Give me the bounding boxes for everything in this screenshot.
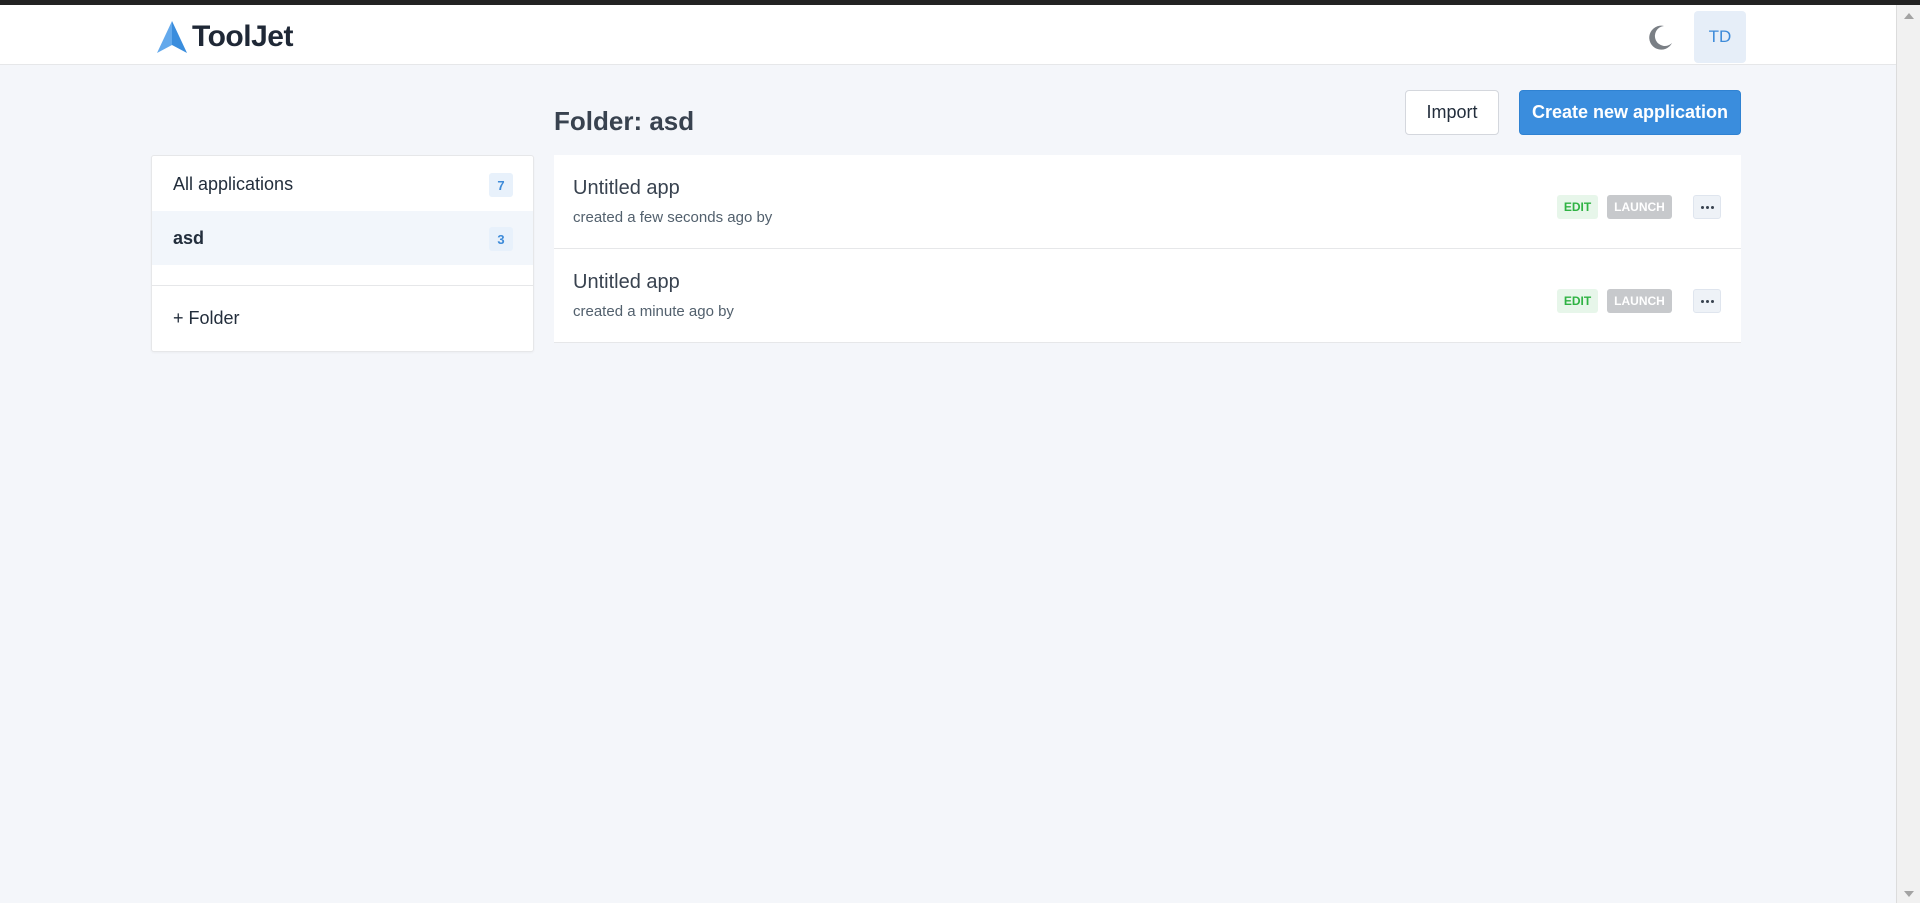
logo-mark-icon (157, 21, 187, 53)
app-name[interactable]: Untitled app (573, 271, 680, 294)
scroll-up-arrow-icon[interactable] (1904, 13, 1914, 19)
app-menu-button[interactable] (1693, 195, 1721, 219)
app-created-meta: created a minute ago by (573, 303, 734, 320)
app-name[interactable]: Untitled app (573, 177, 680, 200)
logo-text: ToolJet (192, 20, 293, 53)
edit-app-button[interactable]: EDIT (1557, 195, 1598, 219)
sidebar-item-label: asd (173, 227, 205, 248)
page-title: Folder: asd (554, 106, 695, 136)
app-row: Untitled app created a few seconds ago b… (554, 155, 1741, 249)
folder-sidebar: All applications 7 asd 3 + Folder (151, 155, 534, 352)
app-row: Untitled app created a minute ago by EDI… (554, 249, 1741, 343)
sidebar-item-count: 3 (489, 227, 513, 251)
launch-app-button[interactable]: LAUNCH (1607, 195, 1672, 219)
more-horizontal-icon (1700, 299, 1714, 303)
create-new-application-button[interactable]: Create new application (1519, 90, 1741, 135)
app-created-meta: created a few seconds ago by (573, 209, 773, 226)
tooljet-logo[interactable]: ToolJet (154, 17, 293, 57)
add-folder-button[interactable]: + Folder (152, 286, 533, 350)
sidebar-item-asd[interactable]: asd 3 (152, 211, 533, 265)
sidebar-item-count: 7 (489, 173, 513, 197)
scroll-thumb[interactable] (1902, 29, 1915, 879)
sidebar-item-all-applications[interactable]: All applications 7 (152, 157, 533, 211)
edit-app-button[interactable]: EDIT (1557, 289, 1598, 313)
theme-toggle-button[interactable] (1644, 21, 1676, 53)
app-list: Untitled app created a few seconds ago b… (554, 155, 1741, 343)
import-button[interactable]: Import (1405, 90, 1499, 135)
more-horizontal-icon (1700, 205, 1714, 209)
user-avatar[interactable]: TD (1694, 11, 1746, 63)
top-navbar: ToolJet TD (0, 5, 1896, 65)
scroll-down-arrow-icon[interactable] (1904, 891, 1914, 897)
sidebar-item-label: All applications (173, 173, 294, 194)
app-menu-button[interactable] (1693, 289, 1721, 313)
launch-app-button[interactable]: LAUNCH (1607, 289, 1672, 313)
moon-icon (1649, 25, 1672, 50)
page-scrollbar[interactable] (1896, 5, 1920, 903)
